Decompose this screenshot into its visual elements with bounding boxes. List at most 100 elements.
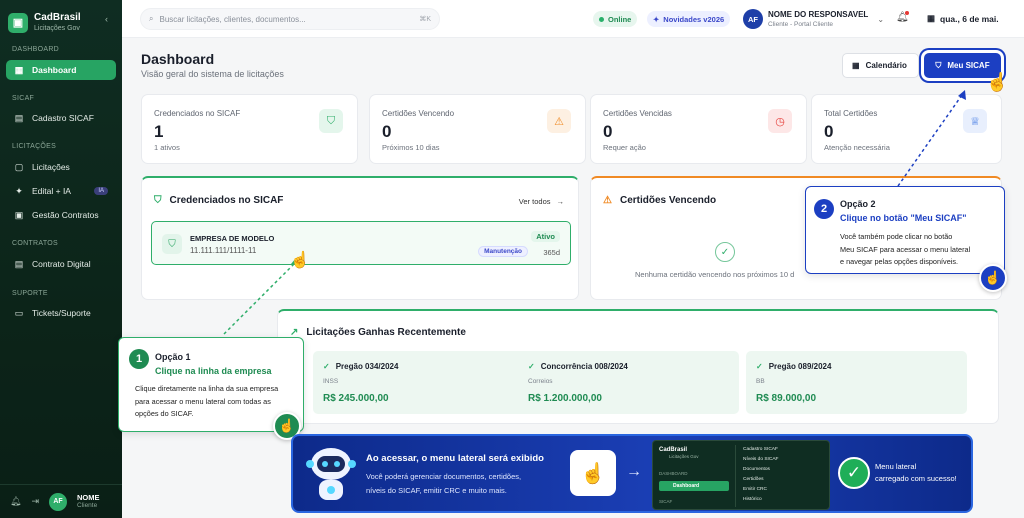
shield-icon: ⛉ (154, 195, 162, 206)
shield-icon: ⛉ (935, 60, 942, 70)
search-input[interactable]: ⌕ Buscar licitações, clientes, documento… (140, 8, 440, 30)
ganhas-title: ↗ Licitações Ganhas Recentemente (290, 327, 466, 338)
option2-callout: 2 Opção 2 Clique no botão "Meu SICAF" Vo… (805, 186, 1005, 274)
option2-body: Você também pode clicar no botão Meu SIC… (840, 232, 971, 266)
days-remaining: 365d (543, 248, 560, 257)
page-title: Dashboard (141, 51, 215, 67)
topbar: ⌕ Buscar licitações, clientes, documento… (122, 0, 1024, 38)
check-circle-icon: ✓ (715, 242, 735, 262)
search-shortcut: ⌘K (419, 16, 431, 23)
logo-icon: ▣ (8, 12, 28, 33)
online-dot-icon (599, 16, 604, 22)
briefcase-icon: ▣ (14, 209, 24, 220)
ver-todos-link[interactable]: Ver todos → (519, 197, 564, 206)
stat-card-vencendo[interactable]: Certidões Vencendo 0 Próximos 10 dias ⚠ (369, 94, 586, 164)
credenciados-panel: ⛉ Credenciados no SICAF Ver todos → ⛉ EM… (141, 176, 579, 300)
user-role: Cliente - Portal Cliente (768, 20, 834, 28)
option2-title: Clique no botão "Meu SICAF" (840, 213, 967, 223)
sidebar-item-licitacoes[interactable]: ▢ Licitações (6, 157, 116, 177)
arrow-right-icon: → (626, 463, 642, 480)
brand-sub: Licitações Gov (34, 25, 80, 32)
check-icon: ✓ (756, 362, 763, 371)
file-icon: ▢ (14, 161, 24, 172)
company-row[interactable]: ⛉ EMPRESA DE MODELO 11.111.111/1111-11 A… (151, 221, 571, 265)
warning-icon: ⚠ (547, 109, 571, 133)
footer-user-role: Cliente (76, 501, 98, 509)
sidebar-item-dashboard[interactable]: ▦ Dashboard (6, 60, 116, 80)
win-card[interactable]: ✓ Pregão 089/2024 BB R$ 89.000,00 (746, 351, 967, 414)
notification-dot (905, 11, 909, 15)
sidebar: ▣ CadBrasil Licitações Gov ‹ DASHBOARD ▦… (0, 0, 122, 518)
warning-icon: ⚠ (603, 195, 612, 206)
check-icon: ✓ (528, 362, 535, 371)
credenciados-title: ⛉ Credenciados no SICAF (154, 195, 284, 206)
footer-user-name: NOME (76, 493, 100, 503)
option2-head: Opção 2 (840, 199, 876, 209)
calendar-button[interactable]: ▦ Calendário (842, 53, 919, 78)
page-subtitle: Visão geral do sistema de licitações (141, 69, 284, 79)
clock-icon: ◷ (768, 109, 792, 133)
step-number: 2 (814, 199, 834, 219)
status-badge: Ativo (531, 231, 560, 242)
document-icon: ▤ (14, 112, 24, 123)
sidebar-item-contrato-digital[interactable]: ▤ Contrato Digital (6, 254, 116, 274)
empty-message: Nenhuma certidão vencendo nos próximos 1… (635, 270, 795, 279)
shield-icon: ⛉ (319, 109, 343, 133)
avatar: AF (743, 9, 763, 29)
sidebar-item-tickets[interactable]: ▭ Tickets/Suporte (6, 303, 116, 323)
click-hand-icon: ☝ (979, 264, 1007, 292)
news-button[interactable]: ✦ Novidades v2026 (647, 11, 731, 27)
pointer-hand-icon: ☝ (290, 252, 310, 269)
sidebar-item-cadastro-sicaf[interactable]: ▤ Cadastro SICAF (6, 108, 116, 128)
mini-sidebar-preview: CadBrasil Licitações Gov DASHBOARD Dashb… (652, 440, 830, 510)
sparkle-icon: ✦ (15, 185, 23, 196)
logout-icon[interactable]: ⇥ (31, 496, 39, 507)
arrow-right-icon: → (556, 197, 565, 206)
collapse-sidebar-icon[interactable]: ‹ (105, 14, 108, 24)
option1-title: Clique na linha da empresa (155, 366, 272, 376)
banner-success: Menu lateral carregado com sucesso! (875, 462, 957, 483)
brand[interactable]: ▣ CadBrasil Licitações Gov (0, 0, 122, 36)
calendar-icon: ▦ (852, 61, 860, 70)
avatar[interactable]: AF (48, 492, 67, 511)
section-dashboard: DASHBOARD (12, 46, 60, 53)
ia-badge: IA (94, 187, 108, 195)
search-placeholder: Buscar licitações, clientes, documentos.… (159, 14, 306, 24)
section-suporte: SUPORTE (12, 290, 48, 297)
sidebar-item-gestao-contratos[interactable]: ▣ Gestão Contratos (6, 205, 116, 225)
user-name: NOME DO RESPONSAVEL (768, 9, 869, 19)
option1-head: Opção 1 (155, 352, 191, 362)
section-licitacoes: LICITAÇÕES (12, 143, 57, 150)
ganhas-panel: ↗ Licitações Ganhas Recentemente ✓ Pregão… (277, 309, 999, 424)
grid-icon: ▦ (14, 64, 24, 75)
vencendo-title: ⚠ Certidões Vencendo (603, 195, 717, 206)
banner-text: Você poderá gerenciar documentos, certid… (366, 472, 522, 495)
stat-card-vencidas[interactable]: Certidões Vencidas 0 Requer ação ◷ (590, 94, 807, 164)
stat-card-total[interactable]: Total Certidões 0 Atenção necessária ♕ (811, 94, 1002, 164)
user-menu[interactable]: AF NOME DO RESPONSAVEL Cliente - Portal … (743, 9, 884, 29)
stat-card-credenciados[interactable]: Credenciados no SICAF 1 1 ativos ⛉ (141, 94, 358, 164)
calendar-icon: ▦ (927, 13, 936, 23)
option1-body: Clique diretamente na linha da sua empre… (135, 384, 279, 418)
status-badge: Online (593, 11, 638, 27)
pointer-hand-icon: ☝ (986, 72, 1009, 92)
badge-icon: ♕ (963, 109, 987, 133)
touch-hand-icon: ☝ (570, 450, 616, 496)
bell-icon[interactable]: 🔔︎ (10, 496, 21, 507)
robot-icon (306, 448, 356, 500)
sidebar-item-edital-ia[interactable]: ✦ Edital + IA IA (6, 181, 116, 201)
step-number: 1 (129, 349, 149, 369)
win-card[interactable]: ✓ Pregão 034/2024 INSS R$ 245.000,00 (313, 351, 533, 414)
date-display: ▦ qua., 6 de mai. (927, 13, 999, 24)
file-sign-icon: ▤ (14, 258, 24, 269)
win-card[interactable]: ✓ Concorrência 008/2024 Correios R$ 1.200… (518, 351, 739, 414)
sparkle-icon: ✦ (653, 14, 660, 24)
shield-icon: ⛉ (162, 234, 182, 254)
chevron-down-icon: ⌄ (877, 14, 885, 24)
check-icon: ✓ (323, 362, 330, 371)
section-sicaf: SICAF (12, 95, 35, 102)
company-name: EMPRESA DE MODELO (190, 234, 275, 243)
company-cnpj: 11.111.111/1111-11 (190, 246, 257, 255)
sidebar-footer: 🔔︎ ⇥ AF NOME Cliente (0, 484, 122, 518)
banner-title: Ao acessar, o menu lateral será exibido (366, 453, 544, 464)
